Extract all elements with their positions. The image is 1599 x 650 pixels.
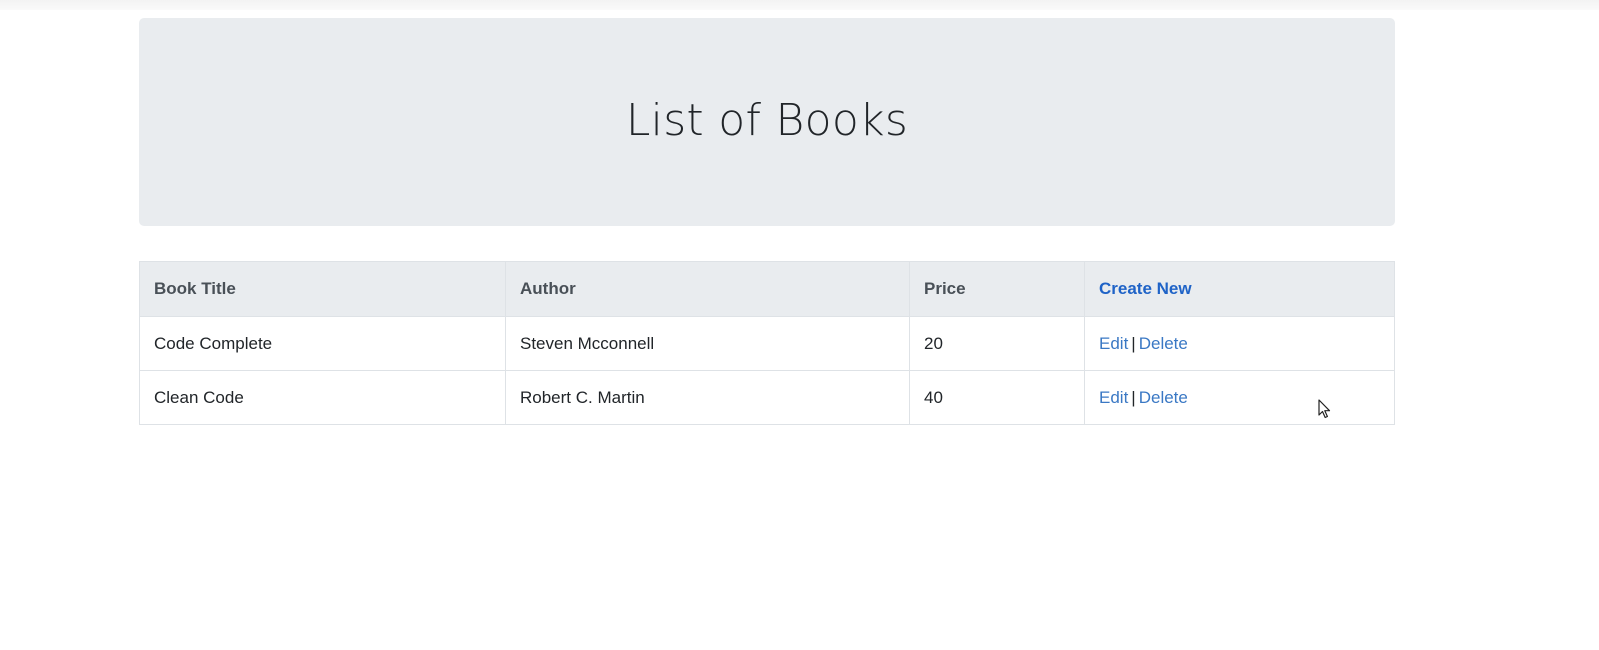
column-header-actions: Create New bbox=[1084, 261, 1395, 317]
table-body: Code Complete Steven Mcconnell 20 Edit | D… bbox=[139, 316, 1395, 425]
author-cell: Steven Mcconnell bbox=[505, 316, 910, 371]
delete-link[interactable]: Delete bbox=[1139, 334, 1188, 353]
browser-top-strip bbox=[0, 0, 1599, 10]
delete-link[interactable]: Delete bbox=[1139, 388, 1188, 407]
book-title-cell: Code Complete bbox=[139, 316, 506, 371]
book-title-cell: Clean Code bbox=[139, 370, 506, 425]
action-separator: | bbox=[1131, 387, 1136, 407]
mouse-pointer-icon bbox=[1318, 399, 1331, 419]
column-header-book-title: Book Title bbox=[139, 261, 506, 317]
table-row: Clean Code Robert C. Martin 40 Edit | Dele… bbox=[139, 370, 1395, 425]
actions-cell: Edit | Delete bbox=[1084, 316, 1395, 371]
price-cell: 40 bbox=[909, 370, 1085, 425]
books-table: Book Title Author Price Create New Code … bbox=[139, 261, 1395, 425]
action-separator: | bbox=[1131, 333, 1136, 353]
page-title: List of Books bbox=[625, 94, 909, 146]
edit-link[interactable]: Edit bbox=[1099, 388, 1128, 407]
author-cell: Robert C. Martin bbox=[505, 370, 910, 425]
price-cell: 20 bbox=[909, 316, 1085, 371]
create-new-link[interactable]: Create New bbox=[1099, 279, 1192, 298]
column-header-author: Author bbox=[505, 261, 910, 317]
edit-link[interactable]: Edit bbox=[1099, 334, 1128, 353]
page-header-banner: List of Books bbox=[139, 18, 1395, 226]
actions-cell: Edit | Delete bbox=[1084, 370, 1395, 425]
table-header: Book Title Author Price Create New bbox=[139, 261, 1395, 317]
column-header-price: Price bbox=[909, 261, 1085, 317]
table-header-row: Book Title Author Price Create New bbox=[139, 261, 1395, 317]
table-row: Code Complete Steven Mcconnell 20 Edit | D… bbox=[139, 316, 1395, 371]
